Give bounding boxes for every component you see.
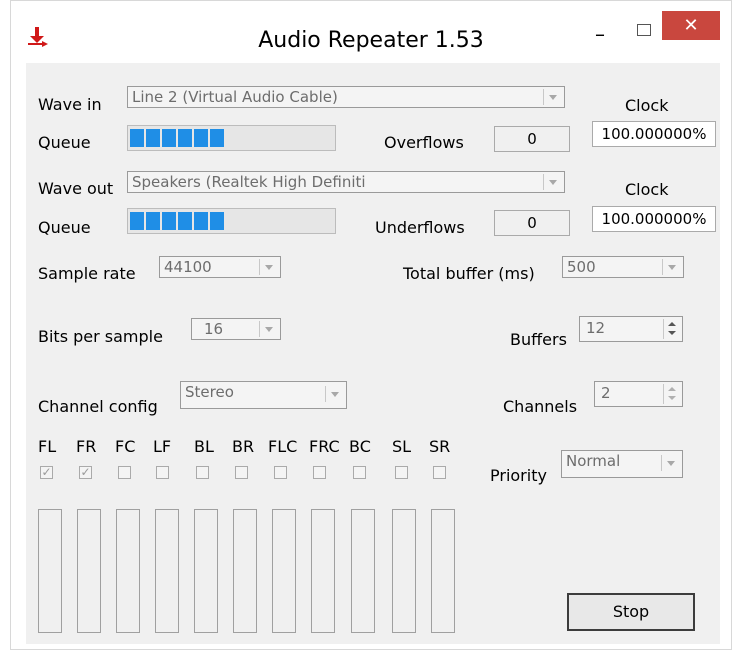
channel-label-flc: FLC [268,437,298,456]
channel-label-bc: BC [349,437,371,456]
channel-checkbox-fl[interactable]: ✓ [40,466,53,479]
channel-label-fr: FR [76,437,97,456]
bits-per-sample-value: 16 [204,320,224,338]
channels-label: Channels [503,397,578,416]
channel-meter-frc [311,509,335,633]
sample-rate-label: Sample rate [38,264,136,283]
channel-config-select[interactable]: Stereo [180,381,347,409]
total-buffer-label: Total buffer (ms) [403,264,535,283]
underflows-value: 0 [494,210,570,236]
wave-out-queue-label: Queue [38,218,91,237]
priority-value: Normal [566,452,621,470]
audio-repeater-window: Audio Repeater 1.53 – ✕ Wave in Line 2 (… [10,0,732,650]
window-title: Audio Repeater 1.53 [258,28,484,53]
channel-label-fl: FL [38,437,57,456]
total-buffer-select[interactable]: 500 [562,256,684,278]
channel-meter-flc [272,509,296,633]
wave-out-label: Wave out [38,179,114,198]
channel-meter-fc [116,509,140,633]
overflows-value: 0 [494,126,570,152]
chevron-down-icon[interactable] [662,259,681,275]
channel-label-sr: SR [429,437,451,456]
channel-checkbox-lf[interactable] [156,466,169,479]
channel-label-frc: FRC [309,437,340,456]
channel-label-lf: LF [153,437,172,456]
channel-checkbox-sr[interactable] [433,466,446,479]
overflows-label: Overflows [384,133,464,152]
channel-meter-br [233,509,257,633]
channel-meter-sr [431,509,455,633]
channel-checkbox-bc[interactable] [353,466,366,479]
channel-config-label: Channel config [38,397,158,416]
wave-in-select[interactable]: Line 2 (Virtual Audio Cable) [127,86,565,108]
channel-checkbox-br[interactable] [235,466,248,479]
wave-out-queue-bar [127,208,336,234]
wave-out-clock-value: 100.000000% [592,206,716,232]
priority-label: Priority [490,466,547,485]
channel-meter-lf [155,509,179,633]
buffers-spinner[interactable]: 12 [579,316,683,342]
wave-out-queue-fill [130,212,224,230]
channel-meter-fl [38,509,62,633]
wave-in-label: Wave in [38,95,102,114]
channel-checkbox-fc[interactable] [118,466,131,479]
bits-per-sample-label: Bits per sample [38,327,163,346]
channel-label-bl: BL [194,437,214,456]
chevron-down-icon[interactable] [325,386,344,402]
channel-meter-sl [392,509,416,633]
wave-out-value: Speakers (Realtek High Definiti [132,173,366,191]
channel-label-fc: FC [115,437,136,456]
wave-in-queue-fill [130,129,224,147]
wave-in-queue-label: Queue [38,133,91,152]
channel-label-sl: SL [392,437,412,456]
chevron-down-icon[interactable] [543,174,562,190]
chevron-down-icon[interactable] [661,455,680,471]
priority-select[interactable]: Normal [561,450,683,478]
channel-config-value: Stereo [185,383,234,401]
stop-button[interactable]: Stop [567,593,695,631]
channel-meter-bc [351,509,375,633]
main-panel: Wave in Line 2 (Virtual Audio Cable) Clo… [26,63,720,644]
underflows-label: Underflows [375,218,465,237]
channels-spinner[interactable]: 2 [594,381,683,407]
wave-in-value: Line 2 (Virtual Audio Cable) [132,88,338,106]
sample-rate-select[interactable]: 44100 [159,256,281,278]
chevron-down-icon[interactable] [259,259,278,275]
total-buffer-value: 500 [567,258,596,276]
channel-checkbox-bl[interactable] [196,466,209,479]
buffers-label: Buffers [510,330,567,349]
channel-meter-bl [194,509,218,633]
channels-value: 2 [601,384,611,402]
sample-rate-value: 44100 [164,258,212,276]
channel-checkbox-sl[interactable] [395,466,408,479]
channel-meter-fr [77,509,101,633]
wave-in-clock-value: 100.000000% [592,121,716,147]
channel-label-br: BR [232,437,255,456]
buffers-value: 12 [586,319,606,337]
chevron-down-icon[interactable] [543,89,562,105]
spin-arrows-icon[interactable] [663,384,680,404]
close-button[interactable]: ✕ [662,11,720,40]
title-bar: Audio Repeater 1.53 – ✕ [11,1,731,61]
wave-out-clock-label: Clock [625,180,669,199]
wave-in-queue-bar [127,125,336,151]
wave-out-select[interactable]: Speakers (Realtek High Definiti [127,171,565,193]
wave-in-clock-label: Clock [625,96,669,115]
channel-checkbox-flc[interactable] [274,466,287,479]
maximize-button[interactable] [627,15,661,41]
minimize-button[interactable]: – [583,21,617,47]
bits-per-sample-select[interactable]: 16 [191,318,281,340]
chevron-down-icon[interactable] [259,321,278,337]
spin-arrows-icon[interactable] [663,319,680,339]
channel-checkbox-fr[interactable]: ✓ [79,466,92,479]
channel-checkbox-frc[interactable] [313,466,326,479]
